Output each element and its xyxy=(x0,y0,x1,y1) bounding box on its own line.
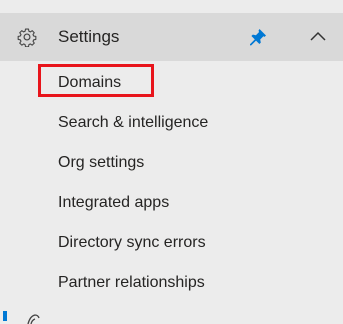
gear-icon xyxy=(17,28,37,47)
nav-item-directory-sync-errors[interactable]: Directory sync errors xyxy=(58,233,206,253)
active-indicator-bar xyxy=(3,311,7,321)
settings-section-title: Settings xyxy=(58,27,120,46)
nav-item-integrated-apps[interactable]: Integrated apps xyxy=(58,193,169,213)
nav-item-org-settings[interactable]: Org settings xyxy=(58,153,144,173)
settings-section-header[interactable]: Settings xyxy=(0,13,343,61)
highlight-box xyxy=(38,64,154,97)
chevron-up-icon[interactable] xyxy=(309,29,327,45)
pin-icon[interactable] xyxy=(248,27,268,47)
next-section-icon[interactable] xyxy=(26,314,40,324)
admin-nav-panel: Settings Domains Search & intelligence O… xyxy=(0,0,343,324)
nav-item-search-intelligence[interactable]: Search & intelligence xyxy=(58,113,208,133)
nav-item-partner-relationships[interactable]: Partner relationships xyxy=(58,273,205,293)
